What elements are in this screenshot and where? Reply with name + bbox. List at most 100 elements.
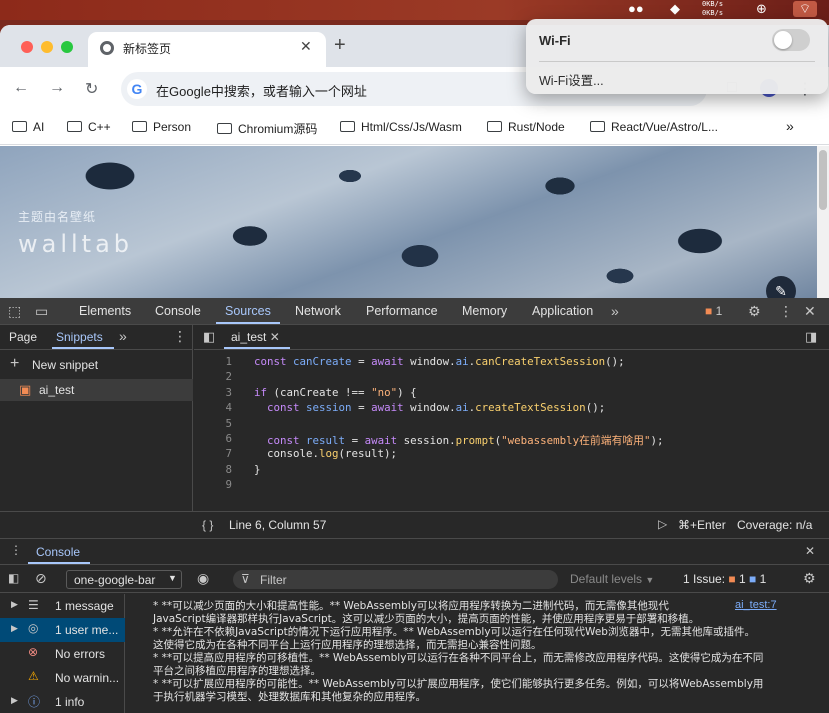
close-drawer-icon[interactable]: ✕ [805,544,815,558]
close-icon[interactable]: ✕ [300,38,312,55]
inspect-icon[interactable]: ⬚ [8,303,21,320]
new-snippet-button[interactable]: + New snippet [0,355,193,377]
code-text: const canCreate = await window.ai.canCre… [254,355,625,368]
tab-new-tab[interactable]: 新标签页 ✕ [88,32,326,67]
bookmark-cpp[interactable]: C++ [67,120,111,134]
bookmarks-overflow-button[interactable]: » [786,118,794,134]
more-options-icon[interactable]: ⋮ [173,328,187,345]
line-number[interactable]: 8 [212,463,232,476]
line-number[interactable]: 6 [212,432,232,445]
sidebar-item-messages[interactable]: ▶ ☰ 1 message [0,594,125,618]
sidebar-item-info[interactable]: ▶ ⓘ 1 info [0,690,125,713]
snippet-item[interactable]: ▣ ai_test [0,379,193,401]
settings-icon[interactable]: ⚙ [748,303,761,320]
issues-button[interactable]: 1 Issue: ■ 1 ■ 1 [683,572,766,586]
reload-icon[interactable]: ↻ [85,79,98,99]
folder-icon [217,123,232,134]
bookmark-rust-node[interactable]: Rust/Node [487,120,565,134]
cat-icon[interactable]: ◆ [670,1,680,17]
page-scrollbar[interactable] [817,146,829,298]
zoom-window-button[interactable] [61,41,73,53]
new-tab-button[interactable]: + [334,34,346,57]
close-icon[interactable]: ✕ [270,330,280,344]
info-icon: ⓘ [28,695,41,709]
tab-network[interactable]: Network [295,304,341,318]
back-icon[interactable]: ← [13,79,29,97]
tab-performance[interactable]: Performance [366,304,438,318]
wifi-icon[interactable]: ⌔ [793,1,817,17]
log-levels-select[interactable]: Default levels ▼ [570,572,654,586]
issues-badge[interactable]: ■ 1 [705,304,722,318]
chrome-icon [100,41,114,55]
warning-icon: ⚠ [28,669,39,683]
drawer-tab-console[interactable]: Console [36,545,80,559]
minimize-window-button[interactable] [41,41,53,53]
scroll-thumb[interactable] [819,150,827,210]
line-number[interactable]: 3 [212,386,232,399]
browser-window: 新标签页 ✕ + ← → ↻ G 在Google中搜索，或者输入一个网址 □ ⋮… [0,25,829,713]
bookmark-ai[interactable]: AI [12,120,44,134]
bookmark-person[interactable]: Person [132,120,191,134]
tab-snippets[interactable]: Snippets [56,330,103,344]
sidebar-item-warnings[interactable]: ⚠ No warnin... [0,666,125,690]
tab-page[interactable]: Page [9,330,37,344]
tab-console[interactable]: Console [155,304,201,318]
filter-input[interactable]: ⊽ Filter [233,570,558,589]
line-number[interactable]: 9 [212,478,232,491]
sidebar-item-errors[interactable]: ⊗ No errors [0,642,125,666]
clear-console-icon[interactable]: ⊘ [35,570,47,587]
more-tabs-icon[interactable]: » [119,328,127,344]
bookmark-frameworks[interactable]: React/Vue/Astro/L... [590,120,718,134]
close-devtools-icon[interactable]: ✕ [804,303,816,320]
close-window-button[interactable] [21,41,33,53]
google-icon: G [127,79,147,99]
editor-tab-ai-test[interactable]: ai_test ✕ [231,330,280,344]
filter-placeholder: Filter [260,573,287,587]
drawer-menu-icon[interactable]: ⋮ [10,543,22,557]
eye-icon[interactable]: ◉ [197,570,209,587]
device-toolbar-icon[interactable]: ▭ [35,303,48,320]
folder-icon [340,121,355,132]
context-select[interactable]: one-google-bar ▼ [66,570,182,589]
sidebar-item-user-messages[interactable]: ▶ ◎ 1 user me... [0,618,125,642]
run-icon[interactable]: ▷ [658,517,667,531]
download-speed: 0KB/s [702,9,724,17]
bookmark-web[interactable]: Html/Css/Js/Wasm [340,120,462,134]
line-number[interactable]: 1 [212,355,232,368]
navigator-tabs: Page Snippets » ⋮ [0,325,193,350]
editor-tab-indicator [224,347,290,349]
tab-application[interactable]: Application [532,304,593,318]
line-number[interactable]: 2 [212,370,232,383]
pretty-print-icon[interactable]: { } [202,518,213,532]
tab-memory[interactable]: Memory [462,304,507,318]
wifi-settings-item[interactable]: Wi-Fi设置... [539,70,604,89]
tab-sources[interactable]: Sources [225,304,271,318]
tab-elements[interactable]: Elements [79,304,131,318]
new-snippet-label: New snippet [32,358,99,372]
wechat-icon[interactable]: ●● [628,1,644,16]
console-settings-icon[interactable]: ⚙ [803,570,816,587]
line-number[interactable]: 4 [212,401,232,414]
bookmark-chromium[interactable]: Chromium源码 [217,120,317,137]
more-options-icon[interactable]: ⋮ [779,303,793,320]
editor-status-bar: { } Line 6, Column 57 ▷ ⌘+Enter Coverage… [0,511,829,538]
toggle-debugger-icon[interactable]: ◨ [805,329,817,345]
line-number[interactable]: 7 [212,447,232,460]
console-sidebar: ▶ ☰ 1 message ▶ ◎ 1 user me... ⊗ No erro… [0,594,125,713]
line-number[interactable]: 5 [212,417,232,430]
code-text: const result = await session.prompt("web… [267,434,664,447]
forward-icon[interactable]: → [49,79,65,97]
user-icon: ◎ [28,621,39,635]
mac-menu-bar: ●● ◆ 0KB/s 0KB/s ⊕ ⌔ [0,0,829,20]
omnibox-placeholder: 在Google中搜索，或者输入一个网址 [156,84,367,99]
customize-button[interactable]: ✎ [766,276,796,298]
more-tabs-icon[interactable]: » [611,303,619,319]
error-icon: ⊗ [28,645,39,659]
vpn-icon[interactable]: ⊕ [756,1,767,17]
code-text: if (canCreate !== "no") { [254,385,417,399]
sidebar-toggle-icon[interactable]: ◧ [8,571,19,585]
toggle-navigator-icon[interactable]: ◧ [203,329,215,345]
code-editor: ◧ ai_test ✕ ◨ 1 const canCreate = await w… [194,325,829,538]
wifi-toggle[interactable] [772,29,810,51]
issue-icon: ■ [705,304,713,318]
